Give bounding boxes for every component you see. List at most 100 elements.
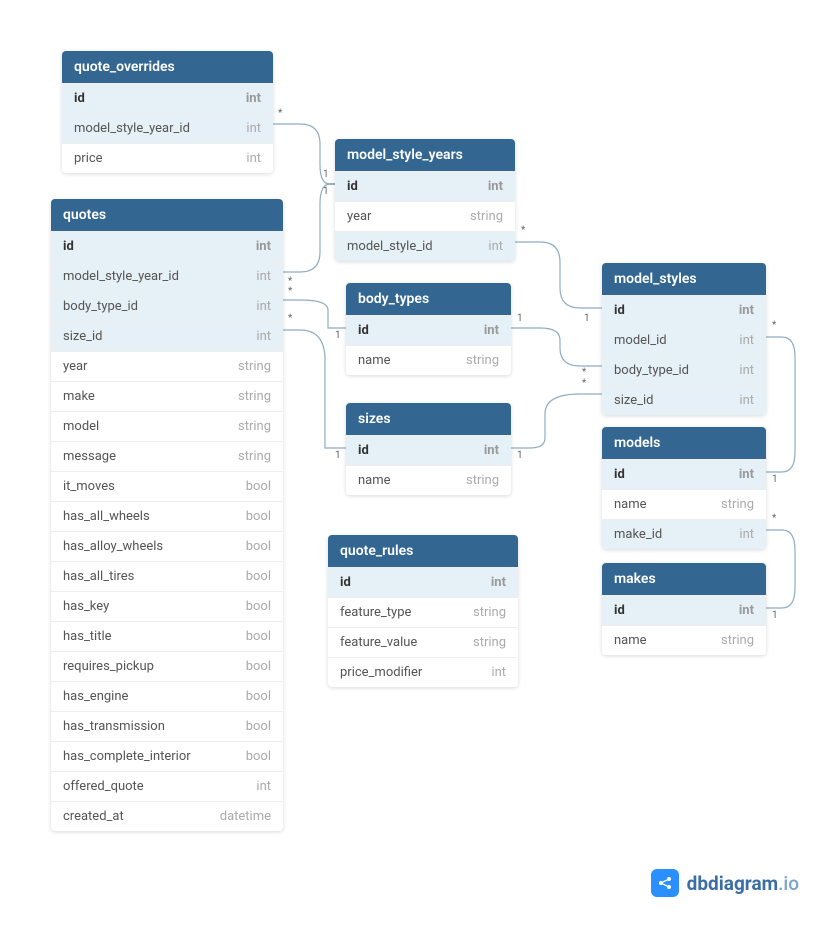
table-quote-rules[interactable]: quote_rulesidintfeature_typestringfeatur…	[328, 535, 518, 687]
table-column[interactable]: idint	[602, 295, 766, 325]
table-column[interactable]: body_type_id int	[51, 291, 283, 321]
table-quote-overrides[interactable]: quote_overridesidintmodel_style_year_idi…	[62, 51, 273, 173]
column-name: body_type_id	[614, 363, 689, 378]
column-type: int	[256, 779, 271, 794]
column-name: make	[63, 389, 95, 404]
column-type: string	[238, 419, 271, 434]
table-quotes[interactable]: quotesidintmodel_style_year_idintbody_ty…	[51, 199, 283, 831]
table-models[interactable]: models id int namestring make_id int	[602, 427, 766, 549]
table-header: models	[602, 427, 766, 459]
table-model-styles[interactable]: model_stylesidintmodel_idintbody_type_id…	[602, 263, 766, 415]
table-column[interactable]: messagestring	[51, 441, 283, 471]
table-column[interactable]: requires_pickupbool	[51, 651, 283, 681]
column-type: int	[488, 239, 503, 254]
column-name: id	[358, 443, 369, 458]
table-column[interactable]: yearstring	[51, 351, 283, 381]
table-column[interactable]: yearstring	[335, 201, 515, 231]
table-column[interactable]: it_movesbool	[51, 471, 283, 501]
column-type: bool	[246, 509, 271, 524]
table-column[interactable]: make_id int	[602, 519, 766, 549]
cardinality: *	[288, 313, 292, 324]
watermark: dbdiagram.io	[651, 869, 799, 897]
column-name: body_type_id	[63, 299, 138, 314]
table-column[interactable]: idint	[335, 171, 515, 201]
column-name: has_all_wheels	[63, 509, 150, 524]
column-type: string	[238, 389, 271, 404]
table-column[interactable]: idint	[328, 567, 518, 597]
column-type: int	[739, 333, 754, 348]
table-makes[interactable]: makesidintnamestring	[602, 563, 766, 655]
table-column[interactable]: has_complete_interiorbool	[51, 741, 283, 771]
column-name: has_transmission	[63, 719, 165, 734]
column-type: int	[256, 299, 271, 314]
cardinality: *	[582, 367, 586, 378]
table-column[interactable]: feature_typestring	[328, 597, 518, 627]
table-column[interactable]: namestring	[346, 465, 511, 495]
column-type: int	[488, 179, 503, 194]
table-column[interactable]: price int	[62, 143, 273, 173]
column-type: int	[739, 393, 754, 408]
table-column[interactable]: id int	[602, 459, 766, 489]
column-name: model	[63, 419, 99, 434]
column-name: offered_quote	[63, 779, 144, 794]
table-column[interactable]: has_transmissionbool	[51, 711, 283, 741]
column-name: year	[63, 359, 87, 374]
column-type: int	[739, 467, 754, 482]
table-column[interactable]: has_keybool	[51, 591, 283, 621]
column-type: datetime	[220, 809, 271, 824]
table-column[interactable]: size_idint	[51, 321, 283, 351]
table-column[interactable]: make string	[51, 381, 283, 411]
cardinality: *	[772, 513, 776, 524]
column-type: string	[721, 497, 754, 512]
table-column[interactable]: model_style_year_idint	[62, 113, 273, 143]
column-type: bool	[246, 689, 271, 704]
column-name: name	[358, 353, 391, 368]
table-column[interactable]: namestring	[602, 625, 766, 655]
column-name: price	[74, 151, 103, 166]
table-column[interactable]: has_enginebool	[51, 681, 283, 711]
table-column[interactable]: offered_quote int	[51, 771, 283, 801]
table-header: model_style_years	[335, 139, 515, 171]
cardinality: *	[278, 108, 282, 119]
table-column[interactable]: has_alloy_wheelsbool	[51, 531, 283, 561]
column-name: size_id	[614, 393, 653, 408]
table-column[interactable]: price_modifierint	[328, 657, 518, 687]
table-model-style-years[interactable]: model_style_yearsidintyearstringmodel_st…	[335, 139, 515, 261]
table-column[interactable]: idint	[62, 83, 273, 113]
cardinality: 1	[335, 330, 341, 341]
column-type: bool	[246, 479, 271, 494]
table-column[interactable]: body_type_idint	[602, 355, 766, 385]
table-column[interactable]: feature_valuestring	[328, 627, 518, 657]
cardinality: 1	[517, 313, 523, 324]
table-column[interactable]: namestring	[346, 345, 511, 375]
column-type: bool	[246, 629, 271, 644]
table-column[interactable]: model string	[51, 411, 283, 441]
table-column[interactable]: model_style_idint	[335, 231, 515, 261]
column-type: string	[470, 209, 503, 224]
cardinality: 1	[335, 450, 341, 461]
table-column[interactable]: model_idint	[602, 325, 766, 355]
column-name: id	[614, 467, 625, 482]
table-column[interactable]: has_all_tiresbool	[51, 561, 283, 591]
table-column[interactable]: model_style_year_idint	[51, 261, 283, 291]
table-column[interactable]: namestring	[602, 489, 766, 519]
table-column[interactable]: created_atdatetime	[51, 801, 283, 831]
table-header: quotes	[51, 199, 283, 231]
table-sizes[interactable]: sizesidintnamestring	[346, 403, 511, 495]
column-type: int	[739, 527, 754, 542]
table-column[interactable]: has_all_wheels bool	[51, 501, 283, 531]
column-name: make_id	[614, 527, 662, 542]
column-type: int	[256, 329, 271, 344]
table-column[interactable]: has_titlebool	[51, 621, 283, 651]
table-column[interactable]: size_id int	[602, 385, 766, 415]
column-type: int	[256, 239, 271, 254]
table-column[interactable]: idint	[51, 231, 283, 261]
table-column[interactable]: idint	[346, 435, 511, 465]
column-type: int	[246, 91, 261, 106]
column-type: int	[246, 151, 261, 166]
table-column[interactable]: idint	[602, 595, 766, 625]
column-type: bool	[246, 749, 271, 764]
table-column[interactable]: idint	[346, 315, 511, 345]
table-body-types[interactable]: body_typesidintnamestring	[346, 283, 511, 375]
column-name: has_alloy_wheels	[63, 539, 163, 554]
